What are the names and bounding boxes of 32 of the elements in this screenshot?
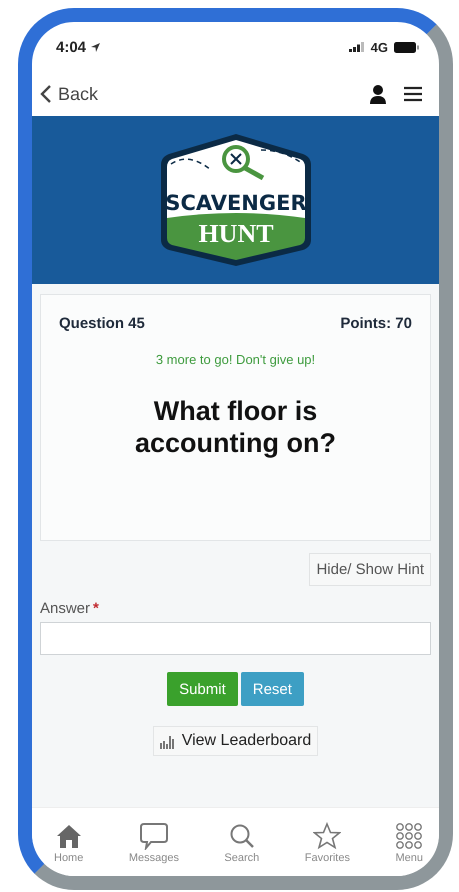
points-label: Points: 70 xyxy=(340,315,412,332)
search-icon xyxy=(228,822,255,850)
tab-bar-item[interactable]: Favorites xyxy=(298,808,356,876)
back-button[interactable]: Back xyxy=(40,84,98,104)
grid-menu-icon xyxy=(396,822,422,850)
question-number: Question 45 xyxy=(59,315,145,332)
reset-button[interactable]: Reset xyxy=(240,672,304,706)
speech-bubble-icon xyxy=(138,822,169,850)
leaderboard-button[interactable]: View Leaderboard xyxy=(152,726,318,756)
signal-icon xyxy=(348,42,365,52)
tab-bar-item[interactable]: Menu xyxy=(389,808,429,876)
answer-field[interactable] xyxy=(40,622,431,655)
menu-icon xyxy=(403,86,423,102)
home-icon xyxy=(54,822,83,850)
network-label: 4G xyxy=(370,40,388,54)
tab-bar-item[interactable]: Messages xyxy=(122,808,185,876)
location-arrow-icon xyxy=(90,42,102,52)
answer-label: Answer xyxy=(40,600,90,617)
encouragement-message: 3 more to go! Don't give up! xyxy=(154,352,316,367)
tab-bar-item[interactable]: Search xyxy=(218,808,266,876)
clock-time: 4:04 xyxy=(56,38,86,56)
battery-icon xyxy=(394,42,419,52)
tab-bar-item[interactable]: Home xyxy=(48,808,90,876)
submit-button[interactable]: Submit xyxy=(167,672,238,706)
bar-chart-icon xyxy=(160,733,176,749)
chevron-left-icon xyxy=(40,84,52,104)
question-text: What floor is accounting on? xyxy=(134,395,337,460)
person-icon xyxy=(369,84,387,104)
star-icon xyxy=(313,822,342,850)
required-mark: * xyxy=(93,600,99,617)
hint-toggle-button[interactable]: Hide/ Show Hint xyxy=(309,553,431,586)
scavenger-hunt-logo: SCAVENGER HUNT xyxy=(158,132,312,268)
